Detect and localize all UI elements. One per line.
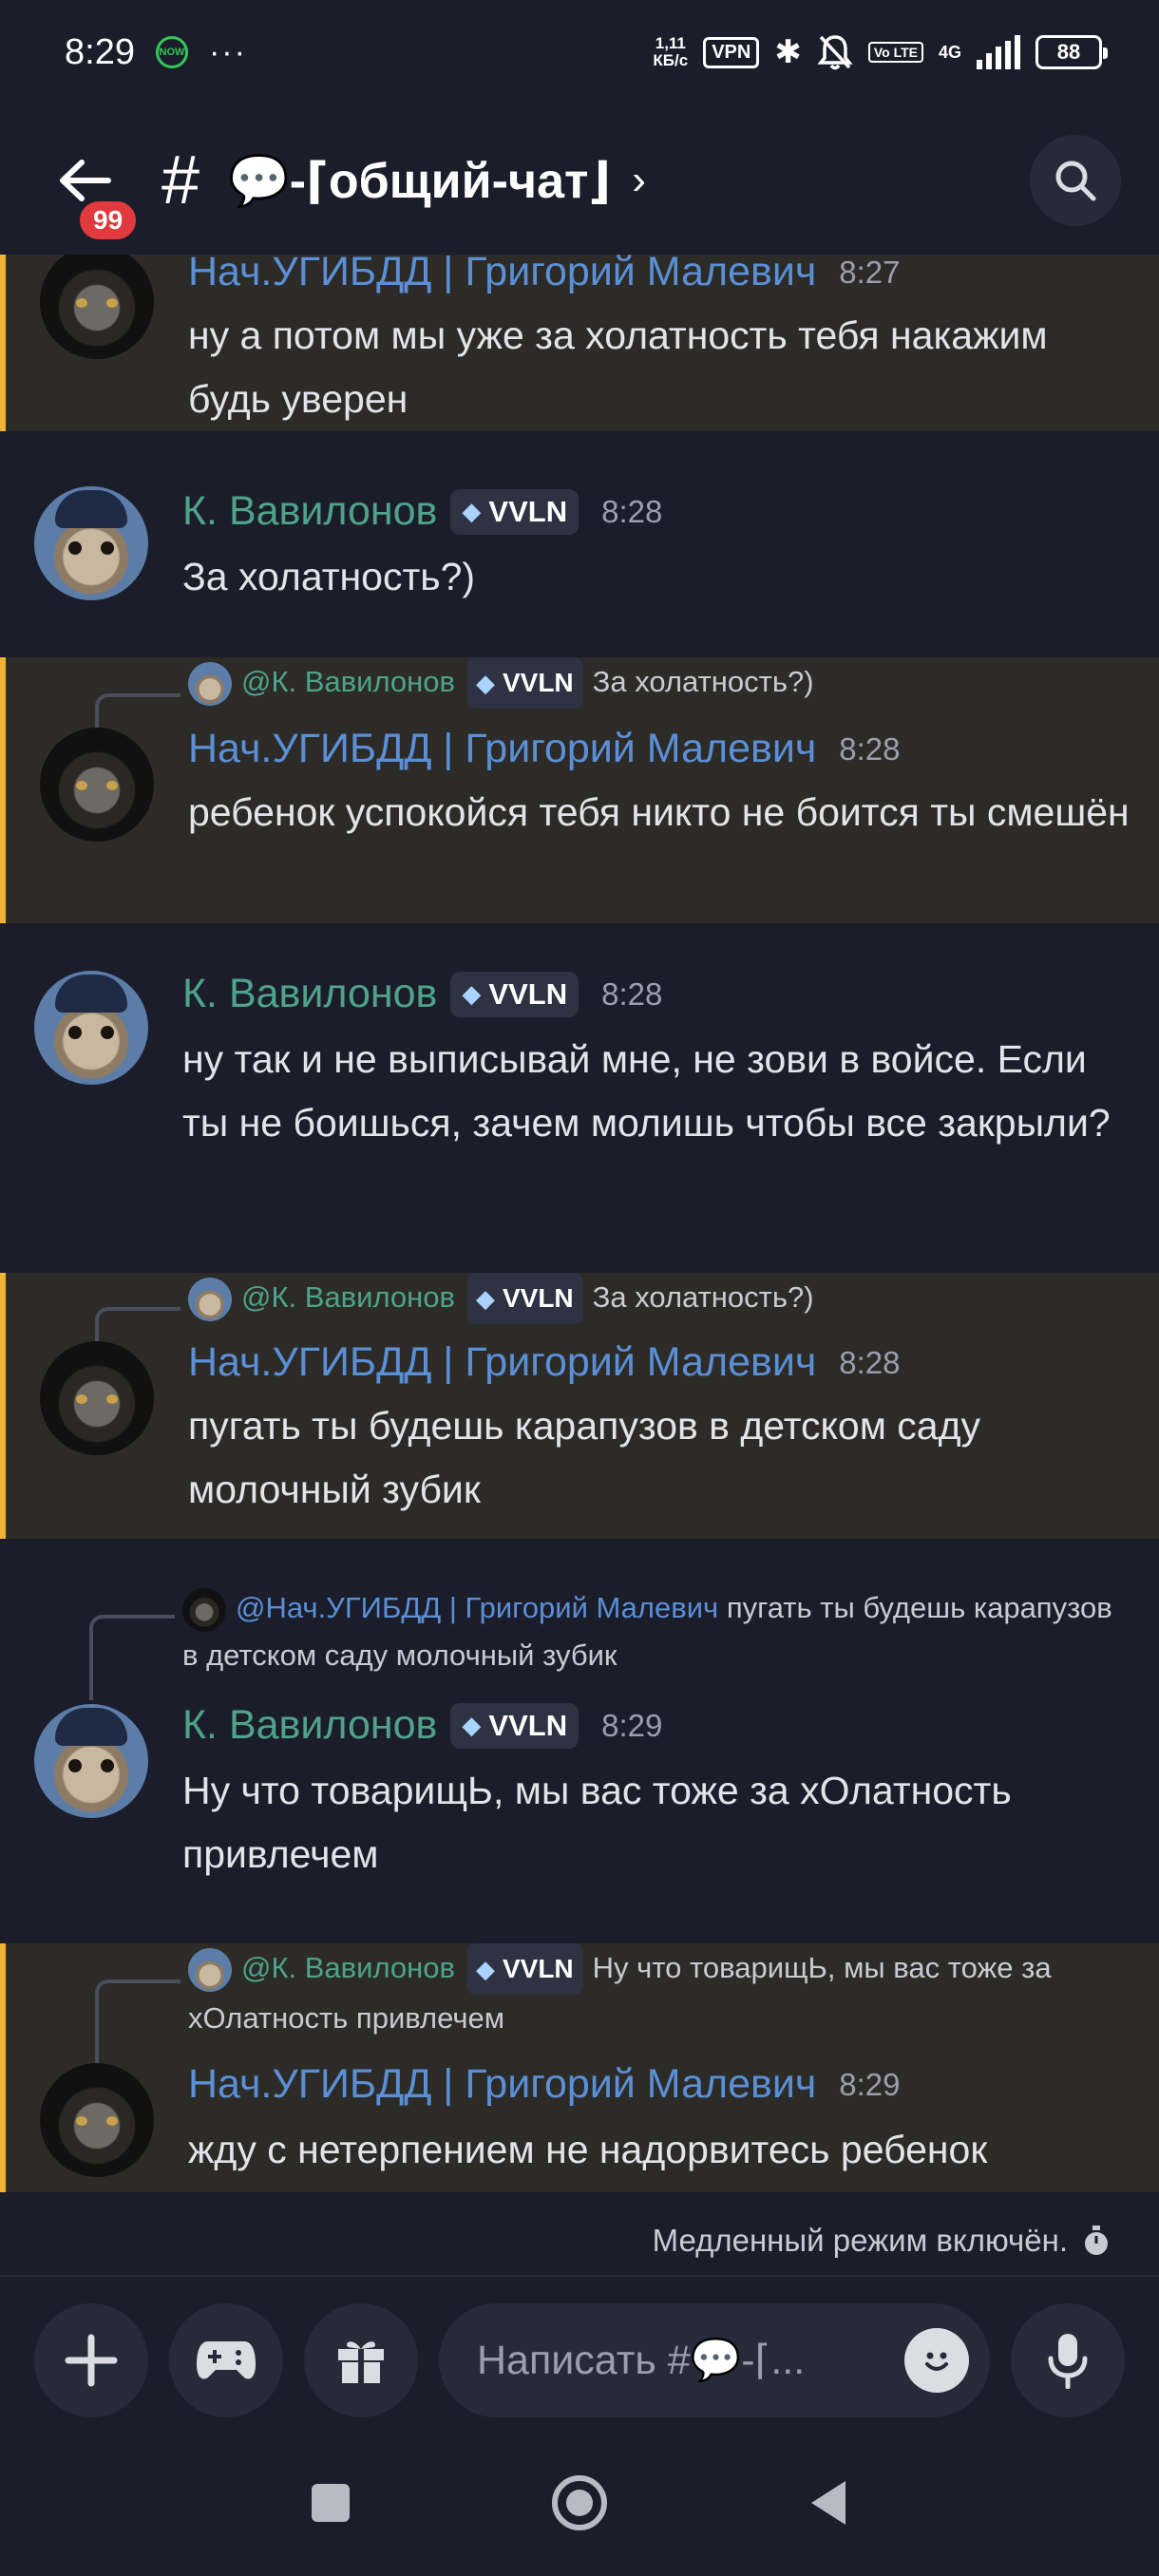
message-time: 8:27 (839, 255, 901, 290)
home-button[interactable] (551, 2474, 608, 2531)
avatar[interactable] (40, 255, 154, 359)
plus-icon (65, 2334, 118, 2387)
message-author[interactable]: К. Вавилонов (182, 488, 437, 535)
bluetooth-icon: ✱ (774, 34, 802, 70)
divider (0, 2275, 1159, 2277)
message-time: 8:28 (601, 975, 663, 1012)
battery-icon: 88 (1036, 35, 1108, 69)
message[interactable]: @К. Вавилонов ◆ VVLN За холатность?) Нач.УГ… (0, 657, 1159, 923)
message-text: Ну что товарищЬ, мы вас тоже за хОлатнос… (182, 1769, 1012, 1876)
clock: 8:29 (65, 31, 135, 72)
smiley-icon (925, 2352, 948, 2371)
message-composer: Написать #💬-⌈... (0, 2299, 1159, 2422)
message-text: ну так и не выписывай мне, не зови в вой… (182, 1037, 1111, 1145)
activities-button[interactable] (169, 2303, 283, 2417)
message[interactable]: @К. Вавилонов ◆ VVLN За холатность?) Нач.УГ… (0, 1273, 1159, 1539)
reply-preview[interactable]: @Нач.УГИБДД | Григорий Малевич пугать ты… (182, 1584, 1132, 1679)
reply-avatar (188, 1277, 232, 1321)
reply-preview[interactable]: @К. Вавилонов ◆ VVLN За холатность?) (188, 657, 1138, 709)
message-time: 8:28 (839, 1344, 901, 1380)
channel-hash-icon: # (162, 142, 200, 218)
avatar[interactable] (40, 728, 154, 842)
message-author[interactable]: Нач.УГИБДД | Григорий Малевич (188, 255, 816, 295)
guild-tag: ◆ VVLN (450, 971, 580, 1017)
back-nav-button[interactable] (808, 2479, 849, 2527)
message-author[interactable]: Нач.УГИБДД | Григорий Малевич (188, 726, 816, 772)
slowmode-indicator: Медленный режим включён. (653, 2223, 1112, 2259)
system-nav-bar (0, 2451, 1159, 2555)
reply-preview[interactable]: @К. Вавилонов ◆ VVLN За холатность?) (188, 1273, 1138, 1324)
status-bar: 8:29 NOW ··· 1,11 КБ/с VPN ✱ Vo LTE 4G 8… (0, 0, 1159, 104)
gamepad-icon (197, 2341, 256, 2379)
stopwatch-icon (1085, 2226, 1108, 2255)
message-time: 8:29 (601, 1707, 663, 1743)
channel-name[interactable]: 💬-⌈общий-чат⌋ (228, 152, 611, 210)
volte-icon: Vo LTE (867, 42, 923, 63)
more-notifications-icon: ··· (208, 33, 247, 70)
message-text: жду с нетерпением не надорвитесь ребенок (188, 2128, 988, 2171)
gift-icon (338, 2341, 384, 2383)
gift-button[interactable] (304, 2303, 418, 2417)
search-button[interactable] (1030, 135, 1121, 226)
avatar[interactable] (40, 1341, 154, 1455)
avatar[interactable] (34, 486, 148, 600)
network-speed: 1,11 КБ/с (653, 34, 689, 69)
message-text: ну а потом мы уже за холатность тебя нак… (188, 313, 1048, 421)
message-author[interactable]: К. Вавилонов (182, 1702, 437, 1749)
now-app-icon: NOW (155, 36, 188, 68)
message-list[interactable]: Нач.УГИБДД | Григорий Малевич 8:27 ну а … (0, 255, 1159, 2192)
avatar[interactable] (34, 1704, 148, 1818)
message[interactable]: @Нач.УГИБДД | Григорий Малевич пугать ты… (0, 1581, 1159, 1904)
reply-avatar (188, 1947, 232, 1992)
message-author[interactable]: Нач.УГИБДД | Григорий Малевич (188, 1339, 816, 1386)
message[interactable]: Нач.УГИБДД | Григорий Малевич 8:27 ну а … (0, 255, 1159, 431)
search-icon (1055, 161, 1096, 201)
emoji-button[interactable] (904, 2328, 969, 2393)
message[interactable]: К. Вавилонов ◆ VVLN 8:28 ну так и не выпи… (0, 959, 1159, 1225)
flame-icon: ◆ (462, 497, 482, 525)
message-text: пугать ты будешь карапузов в детском сад… (188, 1404, 981, 1511)
message-input-placeholder: Написать #💬-⌈... (477, 2338, 806, 2383)
flame-icon: ◆ (462, 979, 482, 1008)
back-button[interactable]: 99 (46, 142, 141, 243)
vpn-icon: VPN (703, 36, 760, 68)
add-attachment-button[interactable] (34, 2303, 148, 2417)
reply-avatar (182, 1587, 226, 1632)
channel-header: 99 # 💬-⌈общий-чат⌋ › (0, 123, 1159, 243)
message-text: За холатность?) (182, 555, 476, 598)
message-author[interactable]: К. Вавилонов (182, 971, 437, 1017)
flame-icon: ◆ (475, 669, 495, 697)
voice-message-button[interactable] (1011, 2303, 1125, 2417)
flame-icon: ◆ (475, 1955, 495, 1983)
message-text: ребенок успокойся тебя никто не боится т… (188, 790, 1130, 834)
message-time: 8:28 (839, 730, 901, 767)
message-time: 8:29 (839, 2066, 901, 2102)
microphone-icon (1048, 2334, 1088, 2389)
message[interactable]: К. Вавилонов ◆ VVLN 8:28 За холатность?) (0, 479, 1159, 659)
signal-icon (977, 35, 1020, 69)
message-time: 8:28 (601, 493, 663, 529)
message-input[interactable]: Написать #💬-⌈... (439, 2303, 990, 2417)
guild-tag: ◆ VVLN (450, 488, 580, 535)
message-author[interactable]: Нач.УГИБДД | Григорий Малевич (188, 2061, 816, 2108)
guild-tag: ◆ VVLN (450, 1702, 580, 1749)
unread-badge: 99 (76, 198, 141, 243)
recents-button[interactable] (310, 2482, 352, 2524)
flame-icon: ◆ (475, 1284, 495, 1313)
network-type: 4G (938, 43, 961, 62)
avatar[interactable] (34, 971, 148, 1085)
flame-icon: ◆ (462, 1711, 482, 1739)
reply-preview[interactable]: @К. Вавилонов ◆ VVLN Ну что товарищЬ, мы ва… (188, 1943, 1138, 2042)
chevron-right-icon[interactable]: › (632, 157, 646, 204)
bell-muted-icon (817, 35, 853, 70)
reply-avatar (188, 661, 232, 706)
message[interactable]: @К. Вавилонов ◆ VVLN Ну что товарищЬ, мы ва… (0, 1943, 1159, 2192)
avatar[interactable] (40, 2063, 154, 2177)
